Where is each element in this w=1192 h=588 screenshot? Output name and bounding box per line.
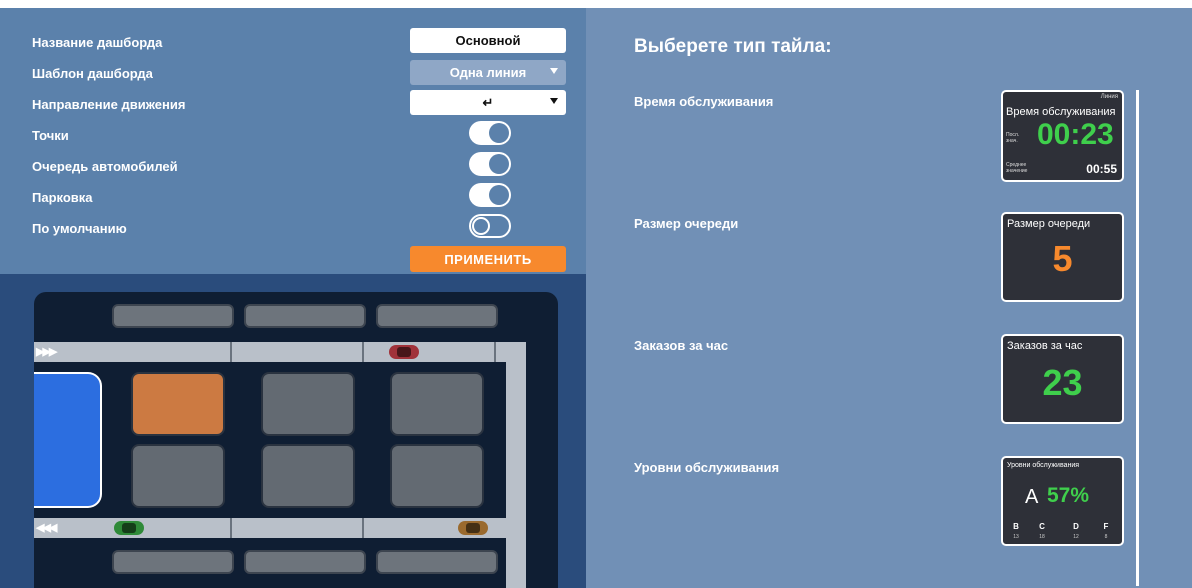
orders-per-hour-value: 23 bbox=[1042, 362, 1083, 403]
label-parking: Парковка bbox=[32, 190, 93, 205]
toggle-knob bbox=[472, 217, 490, 235]
parking-toggle[interactable] bbox=[469, 183, 511, 207]
toggle-knob bbox=[489, 123, 509, 143]
tile-orders-per-hour[interactable]: Заказов за час 23 bbox=[1001, 334, 1124, 424]
lane-divider bbox=[362, 342, 364, 362]
current-grade: А bbox=[1025, 486, 1039, 508]
tile-label-orders-per-hour: Заказов за час bbox=[634, 338, 729, 353]
tile-title: Размер очереди bbox=[1007, 218, 1091, 230]
chevron-down-icon bbox=[550, 68, 558, 74]
drive-thru-map: ▶▶▶ ◀◀◀ bbox=[34, 292, 558, 588]
lane-divider bbox=[230, 342, 232, 362]
dashboard-template-select[interactable]: Одна линия bbox=[410, 60, 566, 85]
service-window bbox=[34, 372, 102, 508]
tile-service-levels[interactable]: Уровни обслуживания А 57% B 13 C 18 D 12… bbox=[1001, 456, 1124, 546]
dashboard-settings-screen: Название дашборда Основной Шаблон дашбор… bbox=[0, 0, 1192, 588]
bay bbox=[390, 372, 484, 436]
car-icon bbox=[114, 521, 144, 535]
chevron-down-icon bbox=[550, 98, 558, 104]
toggle-knob bbox=[489, 185, 509, 205]
default-toggle[interactable] bbox=[469, 214, 511, 238]
bay bbox=[131, 444, 225, 508]
dashboard-name-value: Основной bbox=[455, 33, 521, 48]
label-points: Точки bbox=[32, 128, 69, 143]
queue-size-value: 5 bbox=[1052, 238, 1073, 279]
left-pane: Название дашборда Основной Шаблон дашбор… bbox=[0, 8, 586, 588]
car-icon bbox=[458, 521, 488, 535]
grade-c-count: 18 bbox=[1039, 534, 1045, 540]
direction-select[interactable]: ↵ bbox=[410, 90, 566, 115]
parking-spot-bottom bbox=[112, 550, 234, 574]
service-time-value: 00:23 bbox=[1037, 118, 1114, 151]
direction-icon: ↵ bbox=[482, 94, 494, 110]
grade-d-label: D bbox=[1073, 522, 1079, 531]
parking-spot-bottom bbox=[376, 550, 498, 574]
tile-service-time[interactable]: Линия Время обслуживания Посл. знач. 00:… bbox=[1001, 90, 1124, 182]
label-queue: Очередь автомобилей bbox=[32, 159, 178, 174]
label-default: По умолчанию bbox=[32, 221, 127, 236]
bay bbox=[390, 444, 484, 508]
label-direction: Направление движения bbox=[32, 97, 186, 112]
parking-spot-top bbox=[244, 304, 366, 328]
dashboard-name-input[interactable]: Основной bbox=[410, 28, 566, 53]
tile-label-queue-size: Размер очереди bbox=[634, 216, 739, 231]
last-value-label: Посл. знач. bbox=[1006, 132, 1020, 144]
road-top bbox=[34, 342, 526, 362]
queue-toggle[interactable] bbox=[469, 152, 511, 176]
top-strip bbox=[0, 0, 1192, 8]
bay-active bbox=[131, 372, 225, 436]
label-dashboard-template: Шаблон дашборда bbox=[32, 66, 153, 81]
lane-divider bbox=[362, 518, 364, 538]
toggle-knob bbox=[489, 154, 509, 174]
grade-percent: 57% bbox=[1047, 484, 1090, 507]
exit-arrows: ◀◀◀ bbox=[36, 522, 57, 534]
car-icon bbox=[389, 345, 419, 359]
tile-tag: Линия bbox=[1100, 94, 1118, 100]
lane-divider bbox=[494, 342, 496, 362]
dashboard-template-value: Одна линия bbox=[449, 65, 527, 80]
lane-divider bbox=[230, 518, 232, 538]
parking-spot-top bbox=[112, 304, 234, 328]
bay bbox=[261, 444, 355, 508]
road-bottom bbox=[34, 518, 506, 538]
grade-f-label: F bbox=[1103, 522, 1109, 531]
settings-form: Название дашборда Основной Шаблон дашбор… bbox=[0, 8, 586, 274]
scrollbar[interactable] bbox=[1136, 90, 1139, 586]
tile-picker-pane: Выберете тип тайла: Время обслуживания Л… bbox=[586, 8, 1192, 588]
road-right bbox=[506, 342, 526, 588]
avg-value: 00:55 bbox=[1086, 162, 1117, 176]
grade-d-count: 12 bbox=[1073, 534, 1079, 540]
entry-arrows: ▶▶▶ bbox=[36, 346, 57, 358]
apply-button[interactable]: ПРИМЕНИТЬ bbox=[410, 246, 566, 272]
tile-label-service-time: Время обслуживания bbox=[634, 94, 774, 109]
parking-spot-bottom bbox=[244, 550, 366, 574]
bay bbox=[261, 372, 355, 436]
tile-queue-size[interactable]: Размер очереди 5 bbox=[1001, 212, 1124, 302]
map-preview-area: ▶▶▶ ◀◀◀ bbox=[0, 274, 586, 588]
parking-spot-top bbox=[376, 304, 498, 328]
tile-title: Уровни обслуживания bbox=[1007, 462, 1080, 469]
grade-f-count: 8 bbox=[1104, 534, 1108, 540]
tile-title: Время обслуживания bbox=[1006, 106, 1116, 118]
tile-title: Заказов за час bbox=[1007, 340, 1083, 352]
grade-b-count: 13 bbox=[1013, 534, 1019, 540]
label-dashboard-name: Название дашборда bbox=[32, 35, 163, 50]
tile-picker-title: Выберете тип тайла: bbox=[634, 36, 832, 57]
tile-label-service-levels: Уровни обслуживания bbox=[634, 460, 780, 475]
grade-c-label: C bbox=[1039, 522, 1045, 531]
avg-value-label: Среднее значение bbox=[1006, 162, 1028, 174]
points-toggle[interactable] bbox=[469, 121, 511, 145]
grade-b-label: B bbox=[1013, 522, 1019, 531]
